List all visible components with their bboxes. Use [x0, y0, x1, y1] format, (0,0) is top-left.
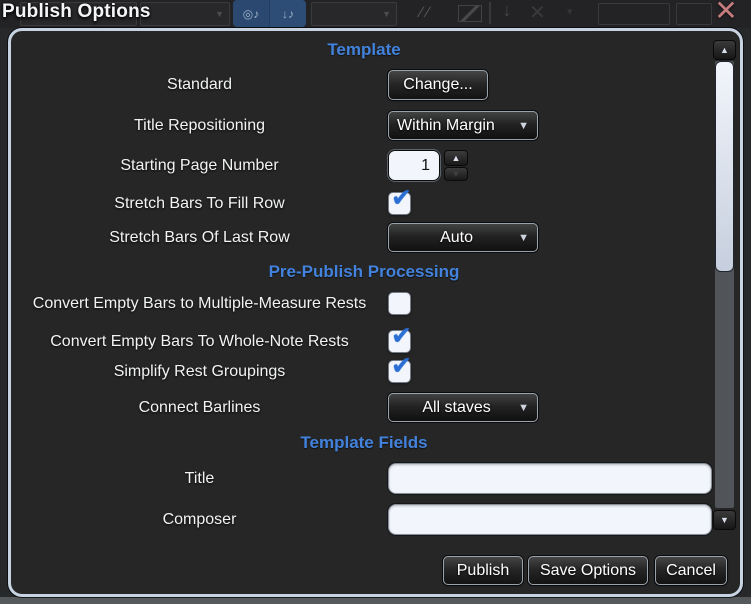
close-icon[interactable]: ✕ — [708, 0, 744, 27]
title-field-label: Title — [11, 463, 388, 494]
dropdown-value: Within Margin — [397, 117, 516, 135]
note-entry-button-group: ◎♪ ↓♪ — [233, 0, 306, 27]
check-icon: ✔ — [391, 321, 412, 351]
simplify-label: Simplify Rest Groupings — [11, 361, 388, 382]
title-repositioning-dropdown[interactable]: Within Margin ▼ — [388, 111, 538, 140]
section-heading-prepublish: Pre-Publish Processing — [11, 262, 717, 282]
chevron-down-icon: ▼ — [518, 402, 529, 414]
dialog-scrollbar: ▲ ▼ — [713, 40, 736, 532]
delete-x-icon[interactable]: ✕ — [529, 0, 546, 25]
dialog-title: Publish Options — [2, 1, 151, 23]
up-arrow-icon: ▲ — [452, 153, 461, 163]
toolbar-field[interactable] — [676, 3, 712, 25]
app-toolbar: ▼ ▼ ◎♪ ↓♪ ▼ ∕ ∕ ↓ ✕ ▾ Publish Options ✕ — [0, 0, 751, 28]
app-canvas-edge — [0, 597, 751, 604]
simplify-checkbox[interactable]: ✔ — [389, 361, 410, 382]
multi-rest-checkbox[interactable]: ✔ — [389, 293, 410, 314]
stretch-fill-checkbox[interactable]: ✔ — [389, 193, 410, 214]
section-heading-fields: Template Fields — [11, 433, 717, 453]
stretch-last-label: Stretch Bars Of Last Row — [11, 223, 388, 252]
composer-field-input[interactable] — [388, 504, 712, 535]
dropdown-value: Auto — [397, 229, 516, 247]
toolbar-combo[interactable]: ▼ — [311, 2, 397, 26]
connect-barlines-dropdown[interactable]: All staves ▼ — [388, 393, 538, 422]
chevron-down-icon: ▼ — [215, 9, 224, 19]
scroll-up-button[interactable]: ▲ — [713, 40, 736, 60]
cancel-button[interactable]: Cancel — [655, 556, 727, 585]
chevron-down-icon: ▼ — [518, 232, 529, 244]
stepper-up-button[interactable]: ▲ — [444, 150, 468, 166]
save-options-button[interactable]: Save Options — [528, 556, 648, 585]
title-field-input[interactable] — [388, 463, 712, 494]
standard-label: Standard — [11, 70, 388, 100]
arrow-down-icon[interactable]: ↓ — [502, 0, 512, 22]
publish-button[interactable]: Publish — [443, 556, 523, 585]
connect-barlines-label: Connect Barlines — [11, 393, 388, 422]
title-repositioning-label: Title Repositioning — [11, 111, 388, 140]
change-button[interactable]: Change... — [388, 70, 488, 100]
scrollbar-thumb[interactable] — [715, 61, 734, 272]
down-arrow-icon: ▼ — [720, 515, 729, 525]
fretboard-icon[interactable] — [458, 5, 482, 22]
chevron-down-icon: ▼ — [382, 9, 391, 19]
check-icon: ✔ — [391, 183, 412, 213]
whole-rest-label: Convert Empty Bars To Whole-Note Rests — [11, 331, 388, 352]
dropdown-value: All staves — [397, 399, 516, 417]
note-down-button[interactable]: ↓♪ — [269, 0, 306, 27]
note-visibility-icon: ◎♪ — [243, 7, 259, 21]
multi-rest-label: Convert Empty Bars to Multiple-Measure R… — [11, 293, 388, 314]
section-heading-template: Template — [11, 40, 717, 60]
scroll-down-button[interactable]: ▼ — [713, 510, 736, 530]
note-down-icon: ↓♪ — [282, 7, 294, 21]
whole-rest-checkbox[interactable]: ✔ — [389, 331, 410, 352]
starting-page-input[interactable] — [388, 150, 440, 181]
toolbar-field[interactable] — [598, 3, 670, 25]
stepper-down-button[interactable]: ▼ — [444, 167, 468, 181]
toolbar-separator — [489, 2, 491, 24]
chevron-down-icon[interactable]: ▾ — [567, 5, 573, 18]
stretch-fill-label: Stretch Bars To Fill Row — [11, 193, 388, 214]
toolbar-combo[interactable]: ▼ — [140, 2, 230, 26]
check-icon: ✔ — [391, 351, 412, 381]
starting-page-label: Starting Page Number — [11, 150, 388, 181]
publish-options-dialog: Template Standard Change... Title Reposi… — [8, 28, 743, 597]
note-visibility-button[interactable]: ◎♪ — [233, 0, 269, 27]
page-number-stepper: ▲ ▼ — [444, 150, 468, 182]
composer-field-label: Composer — [11, 504, 388, 535]
slash-notation-icon[interactable]: ∕ ∕ — [420, 4, 429, 21]
up-arrow-icon: ▲ — [720, 45, 729, 55]
down-arrow-icon: ▼ — [452, 169, 461, 179]
stretch-last-dropdown[interactable]: Auto ▼ — [388, 223, 538, 252]
chevron-down-icon: ▼ — [518, 120, 529, 132]
